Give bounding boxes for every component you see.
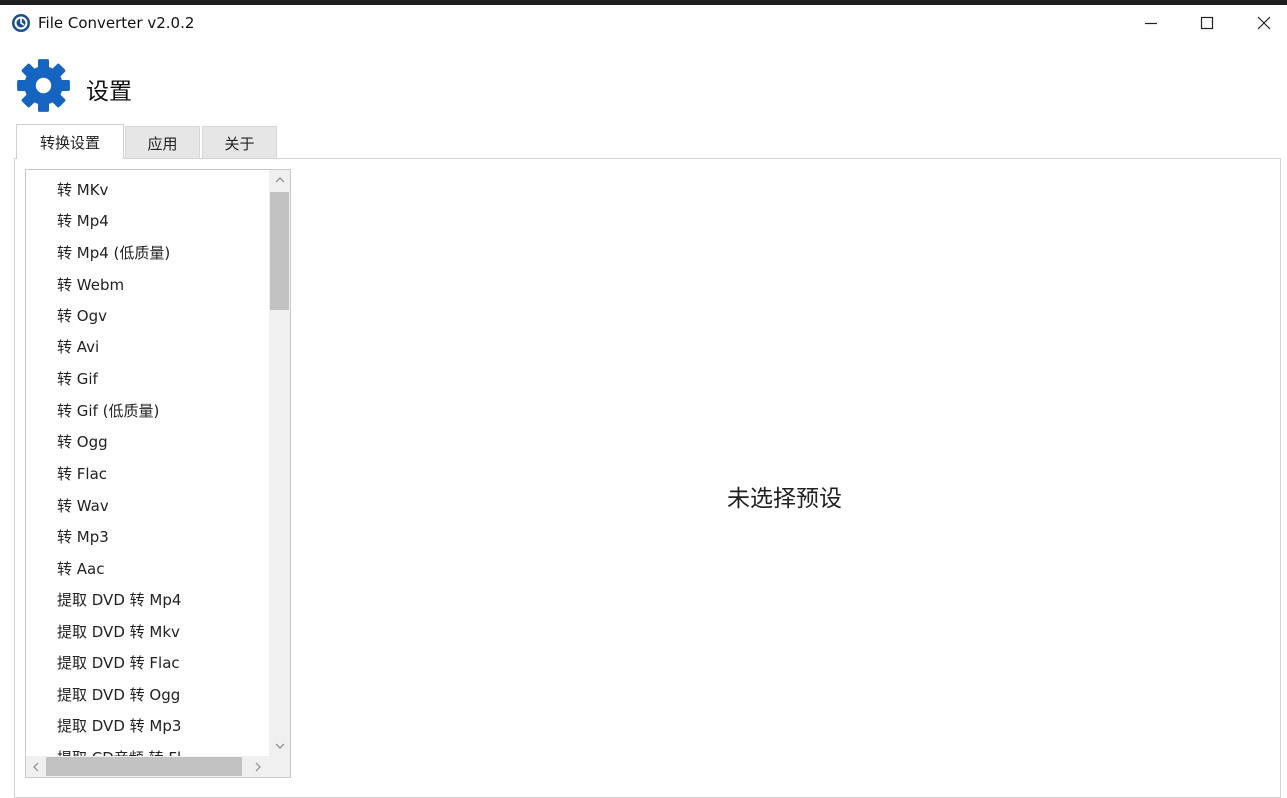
scroll-left-button[interactable] — [26, 756, 46, 777]
preset-item[interactable]: 转 Gif (低质量) — [57, 400, 159, 421]
preset-item[interactable]: 转 Mp4 (低质量) — [57, 242, 170, 263]
vertical-scroll-thumb[interactable] — [270, 192, 289, 310]
preset-item[interactable]: 转 Ogv — [57, 305, 107, 326]
preset-item[interactable]: 提取 CD音频 转 Fl — [57, 747, 181, 756]
preset-list-items: 转 MKv 转 Mp4 转 Mp4 (低质量) 转 Webm 转 Ogv 转 A… — [26, 170, 269, 756]
horizontal-scroll-thumb[interactable] — [46, 757, 242, 776]
minimize-icon — [1145, 22, 1157, 25]
preset-item[interactable]: 转 Mp4 — [57, 210, 109, 231]
preset-item[interactable]: 提取 DVD 转 Mp3 — [57, 715, 181, 736]
preset-item[interactable]: 转 Flac — [57, 463, 107, 484]
tab-application[interactable]: 应用 — [125, 126, 200, 159]
tab-label: 关于 — [224, 134, 255, 153]
scroll-down-button[interactable] — [269, 736, 290, 756]
preset-item[interactable]: 提取 DVD 转 Mp4 — [57, 589, 181, 610]
vertical-scrollbar[interactable] — [269, 170, 290, 756]
preset-item[interactable]: 提取 DVD 转 Flac — [57, 652, 180, 673]
chevron-up-icon — [275, 177, 284, 183]
preset-item[interactable]: 提取 DVD 转 Ogg — [57, 684, 180, 705]
window-title: File Converter v2.0.2 — [38, 14, 195, 32]
close-button[interactable] — [1241, 5, 1287, 41]
no-preset-selected-message: 未选择预设 — [727, 486, 842, 512]
tab-conversion-settings[interactable]: 转换设置 — [16, 124, 124, 159]
close-icon — [1257, 16, 1271, 30]
preset-item[interactable]: 转 Webm — [57, 274, 124, 295]
preset-item[interactable]: 转 Avi — [57, 336, 99, 357]
preset-item[interactable]: 提取 DVD 转 Mkv — [57, 621, 180, 642]
chevron-right-icon — [255, 762, 261, 771]
chevron-down-icon — [275, 743, 284, 749]
preset-item[interactable]: 转 Ogg — [57, 431, 108, 452]
gear-icon — [17, 59, 70, 112]
chevron-left-icon — [33, 762, 39, 771]
scroll-right-button[interactable] — [248, 756, 268, 777]
preset-item[interactable]: 转 Mp3 — [57, 526, 109, 547]
preset-item[interactable]: 转 MKv — [57, 179, 108, 200]
preset-list[interactable]: 转 MKv 转 Mp4 转 Mp4 (低质量) 转 Webm 转 Ogv 转 A… — [25, 169, 291, 778]
preset-item[interactable]: 转 Aac — [57, 558, 104, 579]
scroll-up-button[interactable] — [269, 170, 290, 190]
maximize-button[interactable] — [1184, 5, 1230, 41]
tab-label: 应用 — [147, 134, 178, 153]
preset-item[interactable]: 转 Gif — [57, 368, 98, 389]
maximize-icon — [1200, 16, 1214, 30]
horizontal-scrollbar[interactable] — [26, 756, 290, 777]
preset-item[interactable]: 转 Wav — [57, 495, 109, 516]
tab-label: 转换设置 — [39, 133, 100, 152]
page-title: 设置 — [86, 79, 132, 105]
tab-about[interactable]: 关于 — [202, 126, 277, 159]
minimize-button[interactable] — [1128, 5, 1174, 41]
title-bar: File Converter v2.0.2 — [0, 5, 1287, 41]
app-logo-icon — [12, 14, 30, 32]
